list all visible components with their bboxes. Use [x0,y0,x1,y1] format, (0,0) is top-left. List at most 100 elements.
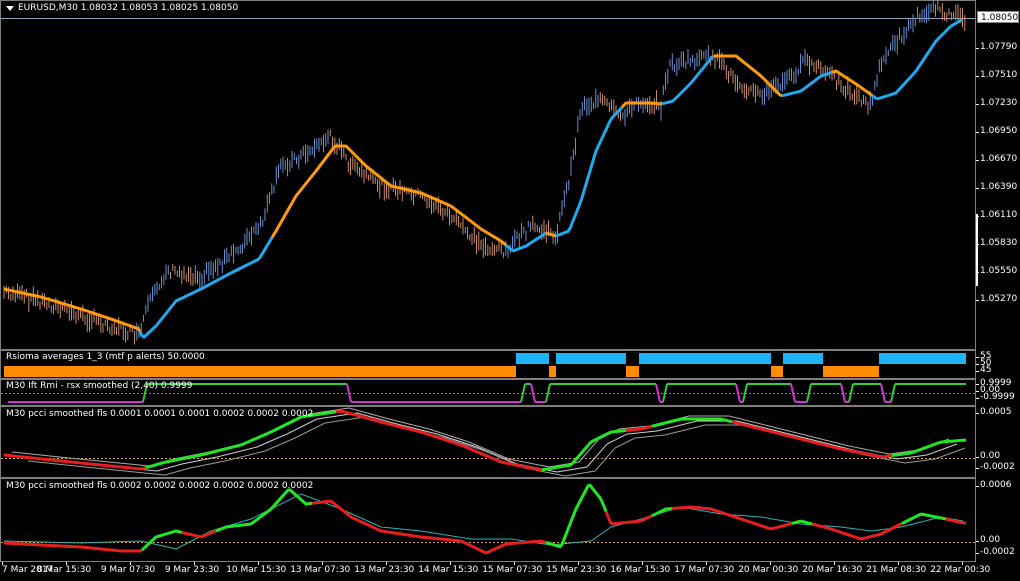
time-label: 13 Mar 07:30 [290,565,351,575]
tick-mark [976,48,979,49]
pcci2-line-up [545,483,608,549]
tick-mark [976,76,979,77]
time-label: 15 Mar 07:30 [482,565,543,575]
pcci2-signal-line [3,493,964,550]
pcci1-tick-label: -0.0002 [980,462,1015,472]
price-tick-label: 1.05830 [980,238,1018,248]
main-chart-pane[interactable]: EURUSD,M30 1.08032 1.08053 1.08025 1.080… [0,0,976,350]
price-tick-label: 1.07510 [980,70,1018,80]
symbol-info: EURUSD,M30 1.08032 1.08053 1.08025 1.080… [18,3,238,13]
pcci2-line-down [3,541,143,553]
tick-mark [976,216,979,217]
time-label: 8 Mar 15:30 [36,565,92,575]
tick-mark [976,468,979,469]
rmi-tick-label: -0.9999 [980,392,1015,402]
pcci2-line-up [140,529,183,552]
tick-mark [976,371,979,372]
tick-mark [976,553,979,554]
tick-mark [976,364,979,365]
pcci1-tick-label: 0.0005 [980,407,1012,417]
pcci2-tick-label: -0.0002 [980,547,1015,557]
tick-mark [976,188,979,189]
pcci2-line-down [671,505,793,531]
rmi-transition [655,383,661,403]
time-label: 9 Mar 23:30 [164,565,220,575]
rsioma-pane[interactable]: Rsioma averages 1_3 (mtf p alerts) 50.00… [0,350,976,379]
time-label: 21 Mar 08:30 [866,565,927,575]
price-chart-svg [1,1,975,345]
rsioma-tick-label: 45 [980,365,992,375]
rsioma-bar-up [556,353,626,364]
pcci-pane-2[interactable]: M30 pcci smoothed fls 0.0002 0.0002 0.00… [0,478,976,562]
pcci1-line-down [3,453,147,471]
price-tick-label: 1.06110 [980,210,1018,220]
time-label: 10 Mar 15:30 [226,565,287,575]
price-scale[interactable] [976,0,1020,562]
tick-mark [976,272,979,273]
time-label: 9 Mar 07:30 [100,565,156,575]
pcci2-tick-label: 0.0006 [980,480,1012,490]
pcci-title-2: M30 pcci smoothed fls 0.0002 0.0002 0.00… [6,481,314,491]
pcci-pane-1[interactable]: M30 pcci smoothed fls 0.0001 0.0001 0.00… [0,406,976,478]
tick-mark [976,391,979,392]
rsioma-title: Rsioma averages 1_3 (mtf p alerts) 50.00… [6,352,205,362]
ohlc-values: 1.08032 1.08053 1.08025 1.08050 [80,3,239,13]
current-price-label: 1.08050 [977,11,1019,23]
pcci2-tick-label: 0.00 [980,535,1001,545]
time-label: 14 Mar 15:30 [418,565,479,575]
price-tick-label: 1.07230 [980,98,1018,108]
price-tick-label: 1.06390 [980,182,1018,192]
rsioma-bar-down [771,366,783,377]
tick-mark [976,104,979,105]
price-tick-label: 1.06670 [980,154,1018,164]
rmi-transition [735,383,741,403]
tick-mark [976,160,979,161]
time-label: 16 Mar 15:30 [610,565,671,575]
tick-mark [976,244,979,245]
rsioma-bar-down [823,366,879,377]
tick-mark [976,486,979,487]
ift-rmi-pane[interactable]: M30 Ift Rmi - rsx smoothed (2,40) 0.9999 [0,379,976,406]
price-tick-label: 1.06950 [980,126,1018,136]
pcci1-line-up [145,410,337,470]
pcci2-line-up [901,512,947,525]
rsioma-bar-up [879,353,966,364]
price-tick-label: 1.05550 [980,266,1018,276]
time-label: 20 Mar 16:30 [802,565,863,575]
tick-mark [976,457,979,458]
tick-mark [976,300,979,301]
symbol-name: EURUSD,M30 [18,3,78,13]
pcci2-line-down [181,529,217,539]
rsioma-bar-up [516,353,549,364]
rsioma-bar-down [549,366,556,377]
tick-mark [976,357,979,358]
pcci1-smooth-line [27,416,966,477]
ma-line-up [555,106,624,238]
ma-line-down [831,69,873,97]
pcci1-tick-label: 0.00 [980,451,1001,461]
pcci2-line-up [651,507,673,518]
ma-line-down [545,231,557,238]
time-axis[interactable]: 7 Mar 2017 8 Mar 15:30 9 Mar 07:30 9 Mar 23… [0,562,1020,581]
pcci2-line-down [311,499,547,555]
ift-rmi-title: M30 Ift Rmi - rsx smoothed (2,40) 0.9999 [6,381,193,391]
rsioma-bar-down [4,366,516,377]
tick-mark [976,541,979,542]
tick-mark [976,384,979,385]
time-label: 22 Mar 00:30 [930,565,991,575]
time-label: 13 Mar 23:30 [354,565,415,575]
time-label: 15 Mar 23:30 [546,565,607,575]
tick-mark [976,132,979,133]
tick-mark [976,398,979,399]
pcci1-line-up [891,438,967,457]
pcci2-line-down [604,510,653,526]
time-label: 17 Mar 07:30 [674,565,735,575]
pcci-lines-2 [1,483,975,555]
rsioma-bar-down [626,366,639,377]
symbol-dropdown-icon[interactable] [6,6,14,11]
rsioma-bar-up [783,353,823,364]
tick-mark [976,413,979,414]
scale-scroll-marker[interactable] [976,214,978,286]
price-tick-label: 1.05270 [980,294,1018,304]
time-label: 20 Mar 00:30 [738,565,799,575]
